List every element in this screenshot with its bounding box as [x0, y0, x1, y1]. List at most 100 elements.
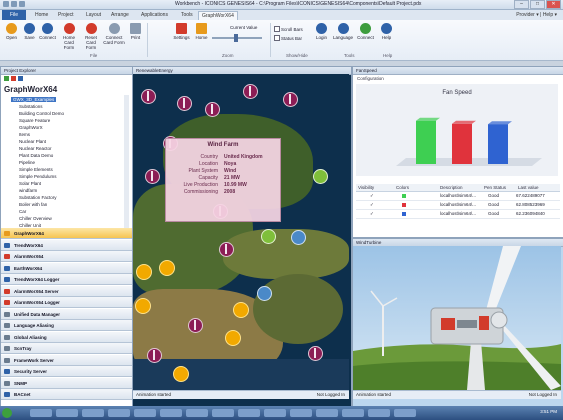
configuration-link[interactable]: Configuration: [357, 76, 384, 81]
login-button[interactable]: Login: [313, 23, 330, 40]
taskbar-app[interactable]: [316, 409, 338, 417]
tree-item[interactable]: Items: [19, 132, 30, 137]
tree-item[interactable]: GraphWorX: [19, 125, 43, 130]
nav-item[interactable]: TrendWorX64 Logger: [1, 274, 133, 285]
fan-speed-tab[interactable]: FanSpeed: [353, 67, 563, 75]
zoom-slider-thumb[interactable]: [234, 34, 238, 42]
wind-farm-marker[interactable]: [243, 84, 258, 99]
wind-farm-marker[interactable]: [141, 89, 156, 104]
tree-item[interactable]: Nuclear Reactor: [19, 146, 52, 151]
tab-applications[interactable]: Applications: [138, 11, 171, 20]
tab-layout[interactable]: Layout: [83, 11, 104, 20]
minimize-button[interactable]: –: [514, 0, 529, 9]
solar-plant-marker[interactable]: [135, 298, 151, 314]
solar-plant-marker[interactable]: [136, 264, 152, 280]
solar-plant-marker[interactable]: [233, 302, 249, 318]
refresh-icon[interactable]: [18, 76, 23, 81]
taskbar-app[interactable]: [82, 409, 104, 417]
home-card-form-button[interactable]: Home Card Form: [59, 23, 79, 50]
solar-plant-marker[interactable]: [225, 330, 241, 346]
tab-file[interactable]: File: [2, 10, 26, 20]
delete-icon[interactable]: [11, 76, 16, 81]
explorer-root[interactable]: GraphWorX64: [4, 85, 57, 94]
taskbar-app[interactable]: [134, 409, 156, 417]
taskbar-app[interactable]: [264, 409, 286, 417]
connect-tool-button[interactable]: Connect: [357, 23, 374, 40]
hydro-plant-marker[interactable]: [257, 286, 272, 301]
nav-item[interactable]: Global Aliasing: [1, 331, 133, 343]
taskbar-app[interactable]: [290, 409, 312, 417]
wind-farm-marker[interactable]: [283, 92, 298, 107]
wind-farm-marker[interactable]: [147, 348, 162, 363]
tree-item[interactable]: Boiler with fan: [19, 202, 47, 207]
nav-item[interactable]: AlarmWorX64 Logger: [1, 297, 133, 308]
home-button[interactable]: Home: [193, 23, 210, 40]
tab-home[interactable]: Home: [32, 11, 51, 20]
add-icon[interactable]: [4, 76, 9, 81]
tree-item[interactable]: Substation Factory: [19, 195, 57, 200]
taskbar-app[interactable]: [394, 409, 416, 417]
quick-access-toolbar[interactable]: [3, 1, 25, 7]
nav-item[interactable]: Security Server: [1, 366, 133, 377]
table-row[interactable]: ✓ localhost\sim64\... Good 62.236094840: [356, 210, 560, 219]
table-row[interactable]: ✓ localhost\sim64\... Good 62.808523969: [356, 201, 560, 210]
zoom-current-value[interactable]: Current Value: [230, 25, 257, 30]
nav-item[interactable]: BACnet: [1, 389, 133, 400]
visibility-checkbox[interactable]: ✓: [370, 201, 374, 209]
tab-arrange[interactable]: Arrange: [108, 11, 132, 20]
tree-item[interactable]: Plant Data Demo: [19, 153, 53, 158]
tree-item[interactable]: windfarm: [19, 188, 37, 193]
taskbar-app[interactable]: [368, 409, 390, 417]
taskbar-app[interactable]: [186, 409, 208, 417]
tree-item[interactable]: GWX_3D_Examples: [11, 97, 57, 102]
solar-plant-marker[interactable]: [173, 366, 189, 382]
tree-item[interactable]: Solar Plant: [19, 181, 41, 186]
wind-farm-marker[interactable]: [188, 318, 203, 333]
connect-card-form-button[interactable]: Connect Card Form: [103, 23, 125, 45]
taskbar-app[interactable]: [238, 409, 260, 417]
tree-item[interactable]: Chiller Overview: [19, 216, 52, 221]
nav-item[interactable]: Unified Data Manager: [1, 308, 133, 320]
tab-project[interactable]: Project: [55, 11, 77, 20]
nav-item[interactable]: TrendWorX64: [1, 239, 133, 251]
tree-item[interactable]: Substations: [19, 104, 43, 109]
close-button[interactable]: ✕: [546, 0, 561, 9]
nav-item[interactable]: FrameWork Server: [1, 354, 133, 366]
tree-item[interactable]: Nuclear Plant: [19, 139, 46, 144]
scroll-bars-checkbox[interactable]: Scroll Bars: [274, 26, 303, 32]
solar-plant-marker[interactable]: [159, 260, 175, 276]
map-view[interactable]: [133, 74, 349, 390]
taskbar-app[interactable]: [30, 409, 52, 417]
print-button[interactable]: Print: [127, 23, 144, 40]
wind-farm-marker[interactable]: [145, 169, 160, 184]
nav-item[interactable]: ScnTray: [1, 343, 133, 354]
visibility-checkbox[interactable]: ✓: [370, 210, 374, 218]
nav-item[interactable]: SNMP: [1, 377, 133, 389]
wind-farm-marker[interactable]: [177, 96, 192, 111]
tree-item[interactable]: Building Control Demo: [19, 111, 64, 116]
language-button[interactable]: Language: [333, 23, 353, 40]
help-menu[interactable]: Provider ▾ | Help ▾: [516, 11, 557, 20]
hydro-plant-marker[interactable]: [291, 230, 306, 245]
maximize-button[interactable]: □: [530, 0, 545, 9]
tree-item[interactable]: Square Feature: [19, 118, 50, 123]
settings-button[interactable]: Settings: [173, 23, 190, 40]
redo-icon[interactable]: [19, 1, 25, 7]
tree-item[interactable]: Car: [19, 209, 26, 214]
tree-item[interactable]: Simple Elements: [19, 167, 53, 172]
help-button[interactable]: Help: [378, 23, 395, 40]
reset-card-form-button[interactable]: Reset Card Form: [81, 23, 101, 50]
wind-farm-marker[interactable]: [205, 102, 220, 117]
taskbar-app[interactable]: [212, 409, 234, 417]
start-button[interactable]: [2, 408, 12, 418]
tree-item[interactable]: Pipeline: [19, 160, 35, 165]
taskbar-app[interactable]: [342, 409, 364, 417]
wind-turbine-3d-view[interactable]: [353, 246, 561, 390]
visibility-checkbox[interactable]: ✓: [370, 192, 374, 200]
save-icon[interactable]: [3, 1, 9, 7]
wind-farm-marker[interactable]: [219, 242, 234, 257]
connect-button[interactable]: Connect: [39, 23, 56, 40]
tree-scrollbar[interactable]: [124, 95, 129, 235]
taskbar-app[interactable]: [56, 409, 78, 417]
tree-item[interactable]: Simple Pendulums: [19, 174, 57, 179]
